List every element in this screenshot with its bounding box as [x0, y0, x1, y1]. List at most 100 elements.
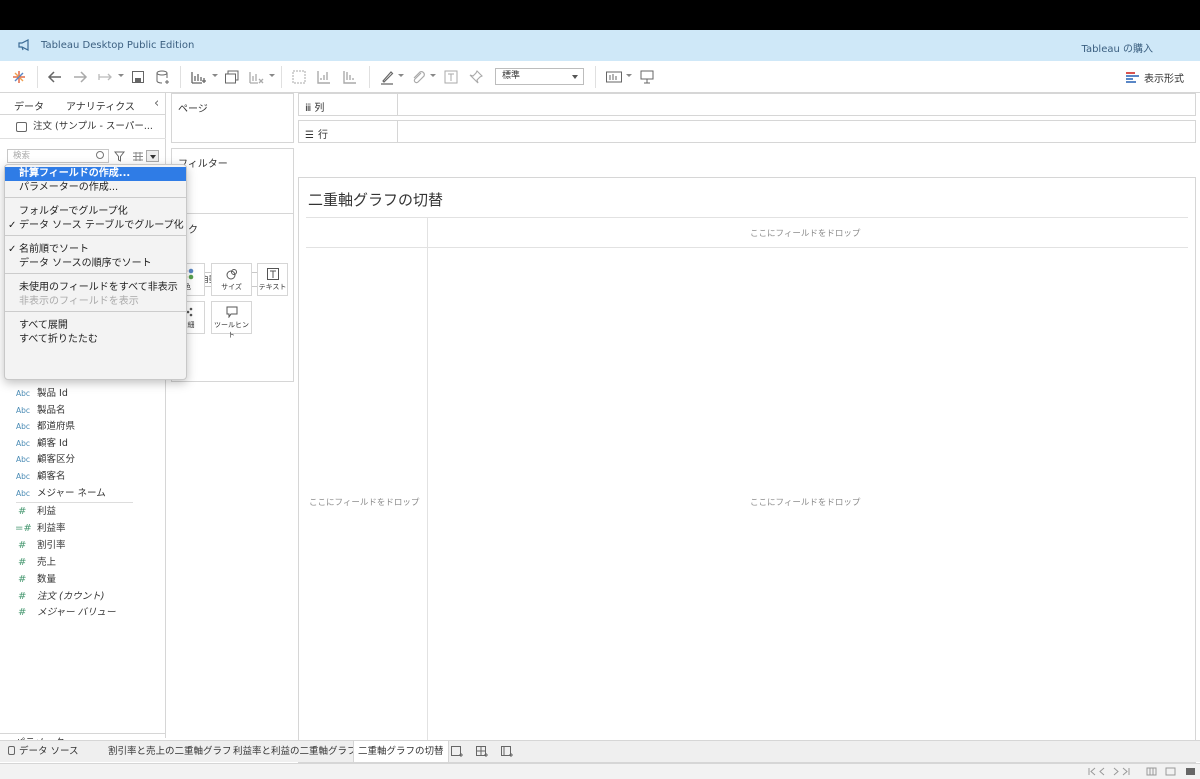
- show-me-button[interactable]: 表示形式: [1126, 70, 1184, 85]
- swap-rows-columns-icon[interactable]: [291, 68, 307, 86]
- sheet-navigation-icon[interactable]: [1088, 767, 1136, 776]
- checkmark-icon: ✓: [8, 244, 17, 255]
- sort-descending-icon[interactable]: [342, 68, 358, 86]
- dimension-field[interactable]: Abc 顧客 Id: [0, 435, 165, 452]
- presentation-mode-icon[interactable]: [639, 68, 655, 86]
- measure-field[interactable]: # 割引率: [0, 537, 165, 554]
- menu-item[interactable]: フォルダーでグループ化: [5, 205, 186, 219]
- size-button[interactable]: サイズ: [211, 263, 252, 296]
- size-icon: [226, 269, 237, 280]
- tab-analytics[interactable]: アナリティクス: [66, 98, 135, 113]
- menu-item-label: データ ソース テーブルでグループ化: [19, 220, 184, 231]
- new-dashboard-icon[interactable]: [476, 746, 488, 758]
- dimension-field[interactable]: Abc 製品 Id: [0, 385, 165, 402]
- dimension-field[interactable]: Abc 製品名: [0, 402, 165, 419]
- field-name: 顧客名: [37, 471, 66, 482]
- menu-item[interactable]: すべて折りたたむ: [5, 333, 186, 347]
- fit-select[interactable]: 標準: [495, 68, 584, 85]
- megaphone-icon: [18, 39, 29, 51]
- dimension-field[interactable]: Abc 顧客区分: [0, 451, 165, 468]
- rows-shelf-label: ☰ 行: [305, 130, 328, 141]
- view-toggle-icon[interactable]: [132, 152, 144, 161]
- field-name: メジャー バリュー: [37, 607, 116, 619]
- menu-item[interactable]: 未使用のフィールドをすべて非表示: [5, 281, 186, 295]
- highlight-pen-icon[interactable]: [379, 68, 395, 86]
- fix-axes-pin-icon[interactable]: [468, 68, 484, 86]
- pages-card[interactable]: ページ: [171, 93, 294, 143]
- size-label: サイズ: [221, 283, 242, 291]
- columns-shelf[interactable]: iii 列: [298, 93, 1196, 116]
- undo-icon[interactable]: [47, 68, 63, 86]
- text-icon: [266, 268, 279, 280]
- menu-item[interactable]: 計算フィールドの作成...: [5, 167, 186, 181]
- drop-zone-view[interactable]: ここにフィールドをドロップ: [750, 496, 860, 508]
- menu-item[interactable]: パラメーターの作成...: [5, 181, 186, 195]
- measure-field[interactable]: # 売上: [0, 554, 165, 571]
- sort-ascending-icon[interactable]: [316, 68, 332, 86]
- rows-shelf[interactable]: ☰ 行: [298, 120, 1196, 143]
- buy-tableau-link[interactable]: Tableau の購入: [1081, 40, 1153, 55]
- duplicate-sheet-icon[interactable]: [224, 68, 240, 86]
- measure-field[interactable]: # 注文 (カウント): [0, 588, 165, 605]
- new-worksheet-tab-icon[interactable]: [451, 746, 463, 758]
- replay-icon[interactable]: [96, 68, 114, 86]
- datasource-item[interactable]: 注文 (サンプル - スーパー...: [0, 115, 166, 139]
- field-name: 利益: [37, 506, 57, 517]
- menu-item[interactable]: データ ソースの順序でソート: [5, 257, 186, 271]
- clear-sheet-icon[interactable]: [248, 68, 264, 86]
- app-name: Tableau Desktop Public Edition: [41, 40, 195, 51]
- pane-tabs: データ アナリティクス ‹: [0, 93, 166, 115]
- measure-type-icon: #: [18, 607, 27, 619]
- menu-item[interactable]: ✓ データ ソース テーブルでグループ化: [5, 219, 186, 233]
- drop-zone-rows[interactable]: ここにフィールドをドロップ: [309, 496, 419, 508]
- field-search-input[interactable]: 検索: [7, 149, 109, 163]
- dimension-field[interactable]: Abc 都道府県: [0, 418, 165, 435]
- dimension-type-icon: Abc: [16, 438, 31, 448]
- drop-zone-columns[interactable]: ここにフィールドをドロップ: [750, 227, 860, 239]
- field-name: 売上: [37, 556, 57, 568]
- tooltip-label: ツールヒント: [214, 321, 249, 339]
- sheet-tab-2[interactable]: 利益率と利益の二重軸グラフ: [229, 741, 361, 762]
- show-me-icon: [1126, 72, 1139, 83]
- menu-item-label: すべて展開: [19, 320, 68, 331]
- field-name: 製品名: [37, 404, 66, 416]
- field-name: 都道府県: [37, 421, 76, 433]
- measure-field[interactable]: # メジャー バリュー: [0, 604, 165, 621]
- measure-field[interactable]: # 数量: [0, 571, 165, 588]
- database-icon: [16, 122, 27, 132]
- pane-menu-button[interactable]: [146, 150, 159, 162]
- measure-type-icon: #: [18, 556, 27, 568]
- show-labels-icon[interactable]: [443, 68, 459, 86]
- measure-type-icon: =#: [15, 522, 32, 534]
- save-icon[interactable]: [131, 68, 145, 86]
- redo-icon[interactable]: [72, 68, 88, 86]
- new-worksheet-icon[interactable]: [190, 68, 208, 86]
- menu-item[interactable]: すべて展開: [5, 319, 186, 333]
- tooltip-button[interactable]: ツールヒント: [211, 301, 252, 339]
- sheet-tab-1[interactable]: 割引率と売上の二重軸グラフ: [104, 741, 236, 762]
- checkmark-icon: ✓: [8, 220, 17, 231]
- collapse-pane-icon[interactable]: ‹: [154, 96, 159, 111]
- group-clip-icon[interactable]: [410, 68, 426, 86]
- sheet-tab-3[interactable]: 二重軸グラフの切替: [353, 741, 449, 762]
- pages-card-title: ページ: [178, 104, 208, 115]
- field-name: 注文 (カウント): [37, 590, 105, 602]
- new-datasource-icon[interactable]: [155, 68, 171, 86]
- dimension-field[interactable]: Abc 顧客名: [0, 468, 165, 485]
- measure-field[interactable]: =# 利益率: [0, 520, 165, 537]
- menu-item-label: 未使用のフィールドをすべて非表示: [19, 282, 178, 293]
- menu-item-label: 非表示のフィールドを表示: [19, 296, 139, 307]
- text-button[interactable]: テキスト: [257, 263, 288, 296]
- toolbar: 標準 表示形式: [0, 61, 1200, 93]
- new-story-icon[interactable]: [501, 746, 513, 758]
- filter-icon[interactable]: [114, 151, 125, 162]
- dimension-field[interactable]: Abc メジャー ネーム: [0, 485, 165, 502]
- menu-item[interactable]: ✓ 名前順でソート: [5, 243, 186, 257]
- tab-data[interactable]: データ: [14, 98, 44, 113]
- tab-data-source[interactable]: データ ソース: [4, 741, 83, 762]
- view-mode-icons[interactable]: [1146, 767, 1196, 776]
- tableau-logo-icon[interactable]: [12, 68, 26, 86]
- measure-field[interactable]: # 利益: [0, 503, 165, 520]
- menu-item-label: すべて折りたたむ: [19, 334, 98, 345]
- show-cards-icon[interactable]: [605, 68, 623, 86]
